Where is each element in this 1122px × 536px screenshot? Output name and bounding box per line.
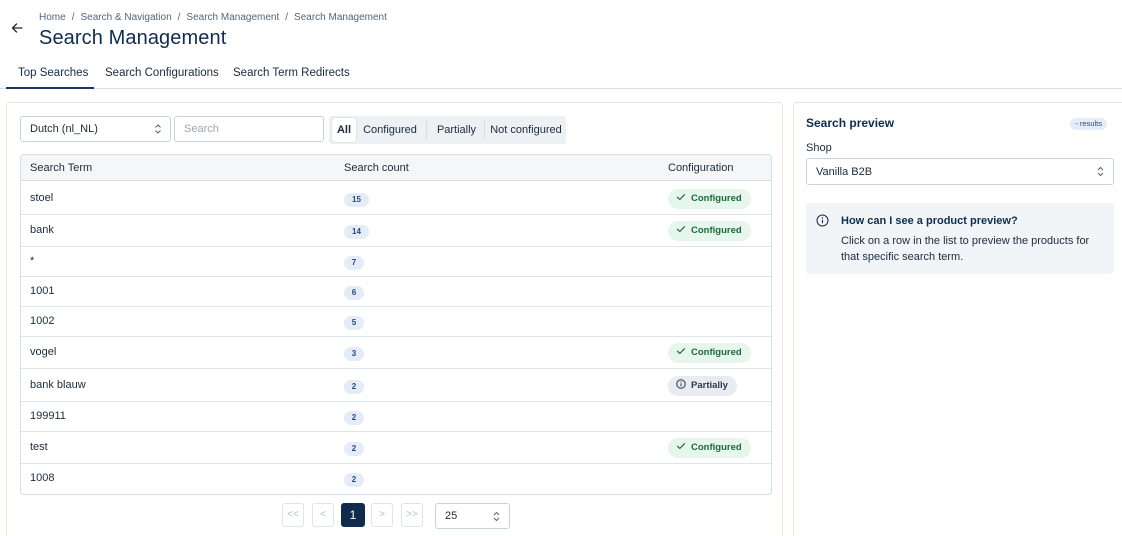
check-icon <box>676 348 686 355</box>
page-header: Home / Search & Navigation / Search Manageme… <box>0 0 1122 58</box>
breadcrumb-current: Search Management <box>294 12 387 23</box>
configuration-status-text: Partially <box>691 380 728 391</box>
chevron-up-down-icon <box>154 123 162 135</box>
info-text: Click on a row in the list to preview th… <box>841 235 1090 263</box>
shop-select[interactable]: Vanilla B2B <box>806 158 1114 185</box>
table-row[interactable]: vogel 3 Configured <box>21 337 771 369</box>
top-searches-panel: Dutch (nl_NL) All Configured Partially N… <box>6 102 783 536</box>
chevron-up-down-icon <box>1097 166 1104 177</box>
last-page-button[interactable]: >> <box>401 503 423 527</box>
search-term-cell: test <box>30 441 48 453</box>
configuration-status-text: Configured <box>691 347 742 358</box>
search-count-badge: 3 <box>344 347 364 361</box>
filter-configured[interactable]: Configured <box>363 116 417 144</box>
tab-search-configurations[interactable]: Search Configurations <box>105 67 219 79</box>
check-icon <box>676 194 686 201</box>
page-1-button[interactable]: 1 <box>341 503 365 527</box>
search-count-badge: 7 <box>344 256 364 270</box>
search-term-cell: bank blauw <box>30 379 86 391</box>
table-header: Search Term Search count Configuration <box>21 155 771 181</box>
results-count-badge: - results <box>1070 118 1107 130</box>
filter-not-configured[interactable]: Not configured <box>486 116 566 144</box>
page-size-value: 25 <box>445 510 458 522</box>
configured-badge: Configured <box>668 189 751 209</box>
arrow-left-icon[interactable] <box>10 21 24 35</box>
search-count-badge: 2 <box>344 442 364 456</box>
table-row[interactable]: 1008 2 <box>21 464 771 494</box>
table-row[interactable]: bank 14 Configured <box>21 215 771 247</box>
search-count-badge: 6 <box>344 286 364 300</box>
search-term-cell: * <box>30 255 35 267</box>
info-circle-icon <box>676 379 686 390</box>
chevron-up-down-icon <box>493 511 500 522</box>
breadcrumb-home[interactable]: Home <box>39 12 66 23</box>
language-select-value: Dutch (nl_NL) <box>30 123 98 135</box>
search-count-badge: 2 <box>344 411 364 425</box>
column-configuration: Configuration <box>668 162 734 174</box>
table-row[interactable]: test 2 Configured <box>21 432 771 464</box>
search-preview-title: Search preview <box>806 116 895 130</box>
search-preview-panel: Search preview - results Shop Vanilla B2… <box>793 102 1122 536</box>
search-input[interactable] <box>174 116 324 142</box>
configured-badge: Configured <box>668 221 751 241</box>
active-tab-indicator <box>6 87 94 89</box>
column-search-count: Search count <box>344 162 409 174</box>
shop-select-value: Vanilla B2B <box>816 166 873 178</box>
search-count-badge: 2 <box>344 473 364 487</box>
search-term-cell: 1008 <box>30 472 55 484</box>
table-row[interactable]: stoel 15 Configured <box>21 182 771 215</box>
configuration-status-text: Configured <box>691 442 742 453</box>
tab-search-term-redirects[interactable]: Search Term Redirects <box>233 67 350 79</box>
breadcrumb: Home / Search & Navigation / Search Manageme… <box>39 12 387 23</box>
column-search-term: Search Term <box>30 162 93 174</box>
table-row[interactable]: 199911 2 <box>21 402 771 432</box>
table-row[interactable]: 1001 6 <box>21 277 771 307</box>
filter-partially[interactable]: Partially <box>428 116 485 144</box>
search-term-cell: 1002 <box>30 315 55 327</box>
top-searches-table: Search Term Search count Configuration s… <box>20 154 772 495</box>
configured-badge: Configured <box>668 343 751 363</box>
page-title: Search Management <box>39 27 227 49</box>
preview-info-box: How can I see a product preview? Click o… <box>806 203 1114 274</box>
configuration-status-text: Configured <box>691 225 742 236</box>
shop-label: Shop <box>806 142 832 154</box>
configured-badge: Configured <box>668 438 751 458</box>
table-row[interactable]: * 7 <box>21 247 771 277</box>
segment-divider <box>484 120 485 140</box>
language-select[interactable]: Dutch (nl_NL) <box>20 116 171 142</box>
check-icon <box>676 226 686 233</box>
page-size-select[interactable]: 25 <box>435 503 510 529</box>
prev-page-button[interactable]: < <box>312 503 334 527</box>
next-page-button[interactable]: > <box>371 503 393 527</box>
check-icon <box>676 443 686 450</box>
table-row[interactable]: bank blauw 2 Partially <box>21 369 771 402</box>
filter-all[interactable]: All <box>332 118 356 142</box>
info-circle-icon <box>816 214 829 232</box>
breadcrumb-search-management[interactable]: Search Management <box>186 12 279 23</box>
search-term-cell: bank <box>30 224 54 236</box>
search-term-cell: stoel <box>30 192 54 204</box>
tab-bar: Top Searches Search Configurations Searc… <box>0 60 1122 89</box>
tab-top-searches[interactable]: Top Searches <box>18 67 88 79</box>
segment-divider <box>426 120 427 140</box>
search-count-badge: 2 <box>344 380 364 394</box>
partially-badge: Partially <box>668 376 737 396</box>
first-page-button[interactable]: << <box>282 503 304 527</box>
configuration-filter: All Configured Partially Not configured <box>329 116 566 144</box>
info-title: How can I see a product preview? <box>841 215 1018 227</box>
search-count-badge: 15 <box>344 193 369 207</box>
search-count-badge: 14 <box>344 225 369 239</box>
search-term-cell: vogel <box>30 346 57 358</box>
search-term-cell: 1001 <box>30 285 55 297</box>
search-count-badge: 5 <box>344 316 364 330</box>
search-term-cell: 199911 <box>30 410 66 422</box>
breadcrumb-search-navigation[interactable]: Search & Navigation <box>80 12 171 23</box>
configuration-status-text: Configured <box>691 193 742 204</box>
table-row[interactable]: 1002 5 <box>21 307 771 337</box>
